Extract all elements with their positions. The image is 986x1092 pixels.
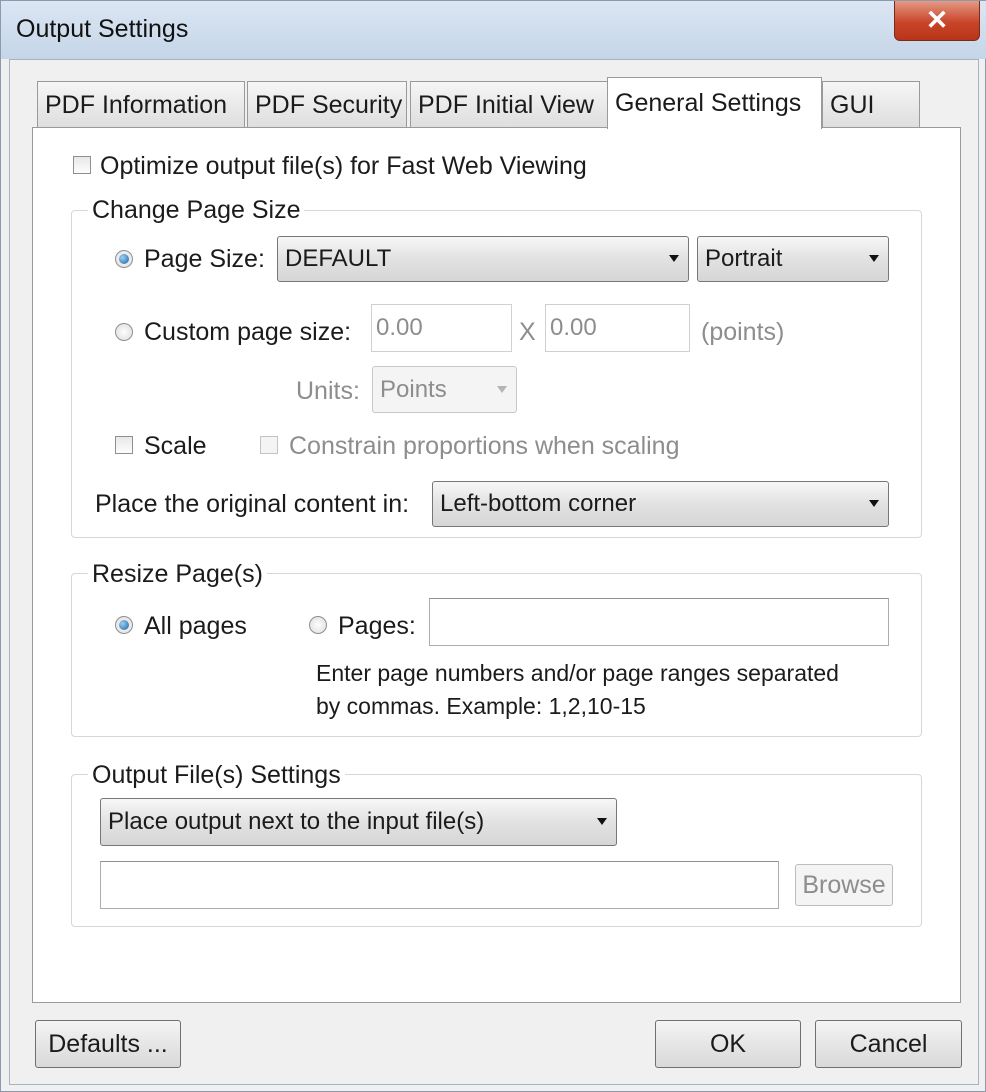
place-content-value: Left-bottom corner [440, 490, 637, 517]
page-size-label: Page Size: [144, 245, 265, 273]
window-title: Output Settings [16, 15, 189, 43]
tab-general-settings[interactable]: General Settings [607, 77, 822, 129]
page-size-radio[interactable] [115, 250, 133, 268]
tab-pdf-information[interactable]: PDF Information [37, 81, 245, 127]
place-content-dropdown[interactable]: Left-bottom corner [432, 481, 889, 527]
pages-hint-line-2: by commas. Example: 1,2,10-15 [316, 693, 646, 719]
page-size-dropdown[interactable]: DEFAULT [277, 236, 689, 282]
chevron-down-icon [869, 255, 879, 262]
units-value: Points [380, 376, 447, 403]
custom-page-size-radio[interactable] [115, 323, 133, 341]
place-content-label: Place the original content in: [95, 490, 410, 518]
ok-button[interactable]: OK [655, 1020, 801, 1068]
tab-pdf-security[interactable]: PDF Security [247, 81, 407, 127]
output-path-input[interactable] [100, 861, 779, 909]
change-page-size-title: Change Page Size [88, 196, 305, 225]
cancel-button[interactable]: Cancel [815, 1020, 962, 1068]
title-bar[interactable]: Output Settings ✕ [1, 1, 986, 59]
optimize-label: Optimize output file(s) for Fast Web Vie… [100, 152, 587, 180]
pages-radio[interactable] [309, 616, 327, 634]
page-size-value: DEFAULT [285, 245, 392, 272]
custom-page-size-label: Custom page size: [144, 318, 352, 346]
units-label: Units: [296, 377, 360, 405]
constrain-proportions-label: Constrain proportions when scaling [289, 432, 680, 460]
defaults-button[interactable]: Defaults ... [35, 1020, 181, 1068]
output-location-dropdown[interactable]: Place output next to the input file(s) [100, 798, 617, 846]
tab-pdf-initial-view[interactable]: PDF Initial View [410, 81, 608, 127]
orientation-value: Portrait [705, 245, 783, 272]
constrain-proportions-checkbox[interactable] [260, 436, 278, 454]
resize-pages-title: Resize Page(s) [88, 560, 267, 589]
chevron-down-icon [869, 500, 879, 507]
output-settings-title: Output File(s) Settings [88, 761, 345, 790]
chevron-down-icon [669, 255, 679, 262]
output-settings-window: Output Settings ✕ PDF Information PDF Se… [0, 0, 986, 1092]
custom-height-input[interactable] [545, 304, 690, 352]
custom-width-input[interactable] [371, 304, 512, 352]
all-pages-radio[interactable] [115, 616, 133, 634]
tab-gui[interactable]: GUI [822, 81, 920, 127]
pages-input[interactable] [429, 598, 889, 646]
times-label: X [519, 318, 536, 346]
browse-button[interactable]: Browse [795, 864, 893, 906]
general-settings-panel: Optimize output file(s) for Fast Web Vie… [32, 127, 961, 1003]
chevron-down-icon [497, 385, 507, 393]
output-location-value: Place output next to the input file(s) [108, 808, 485, 835]
pages-hint-line-1: Enter page numbers and/or page ranges se… [316, 660, 839, 686]
scale-label: Scale [144, 432, 207, 460]
chevron-down-icon [597, 818, 607, 825]
all-pages-label: All pages [144, 612, 247, 640]
optimize-checkbox[interactable] [73, 156, 91, 174]
points-label: (points) [701, 318, 785, 346]
close-icon[interactable]: ✕ [894, 1, 980, 41]
pages-label: Pages: [338, 612, 416, 640]
units-dropdown[interactable]: Points [372, 366, 517, 413]
orientation-dropdown[interactable]: Portrait [697, 236, 889, 282]
scale-checkbox[interactable] [115, 436, 133, 454]
